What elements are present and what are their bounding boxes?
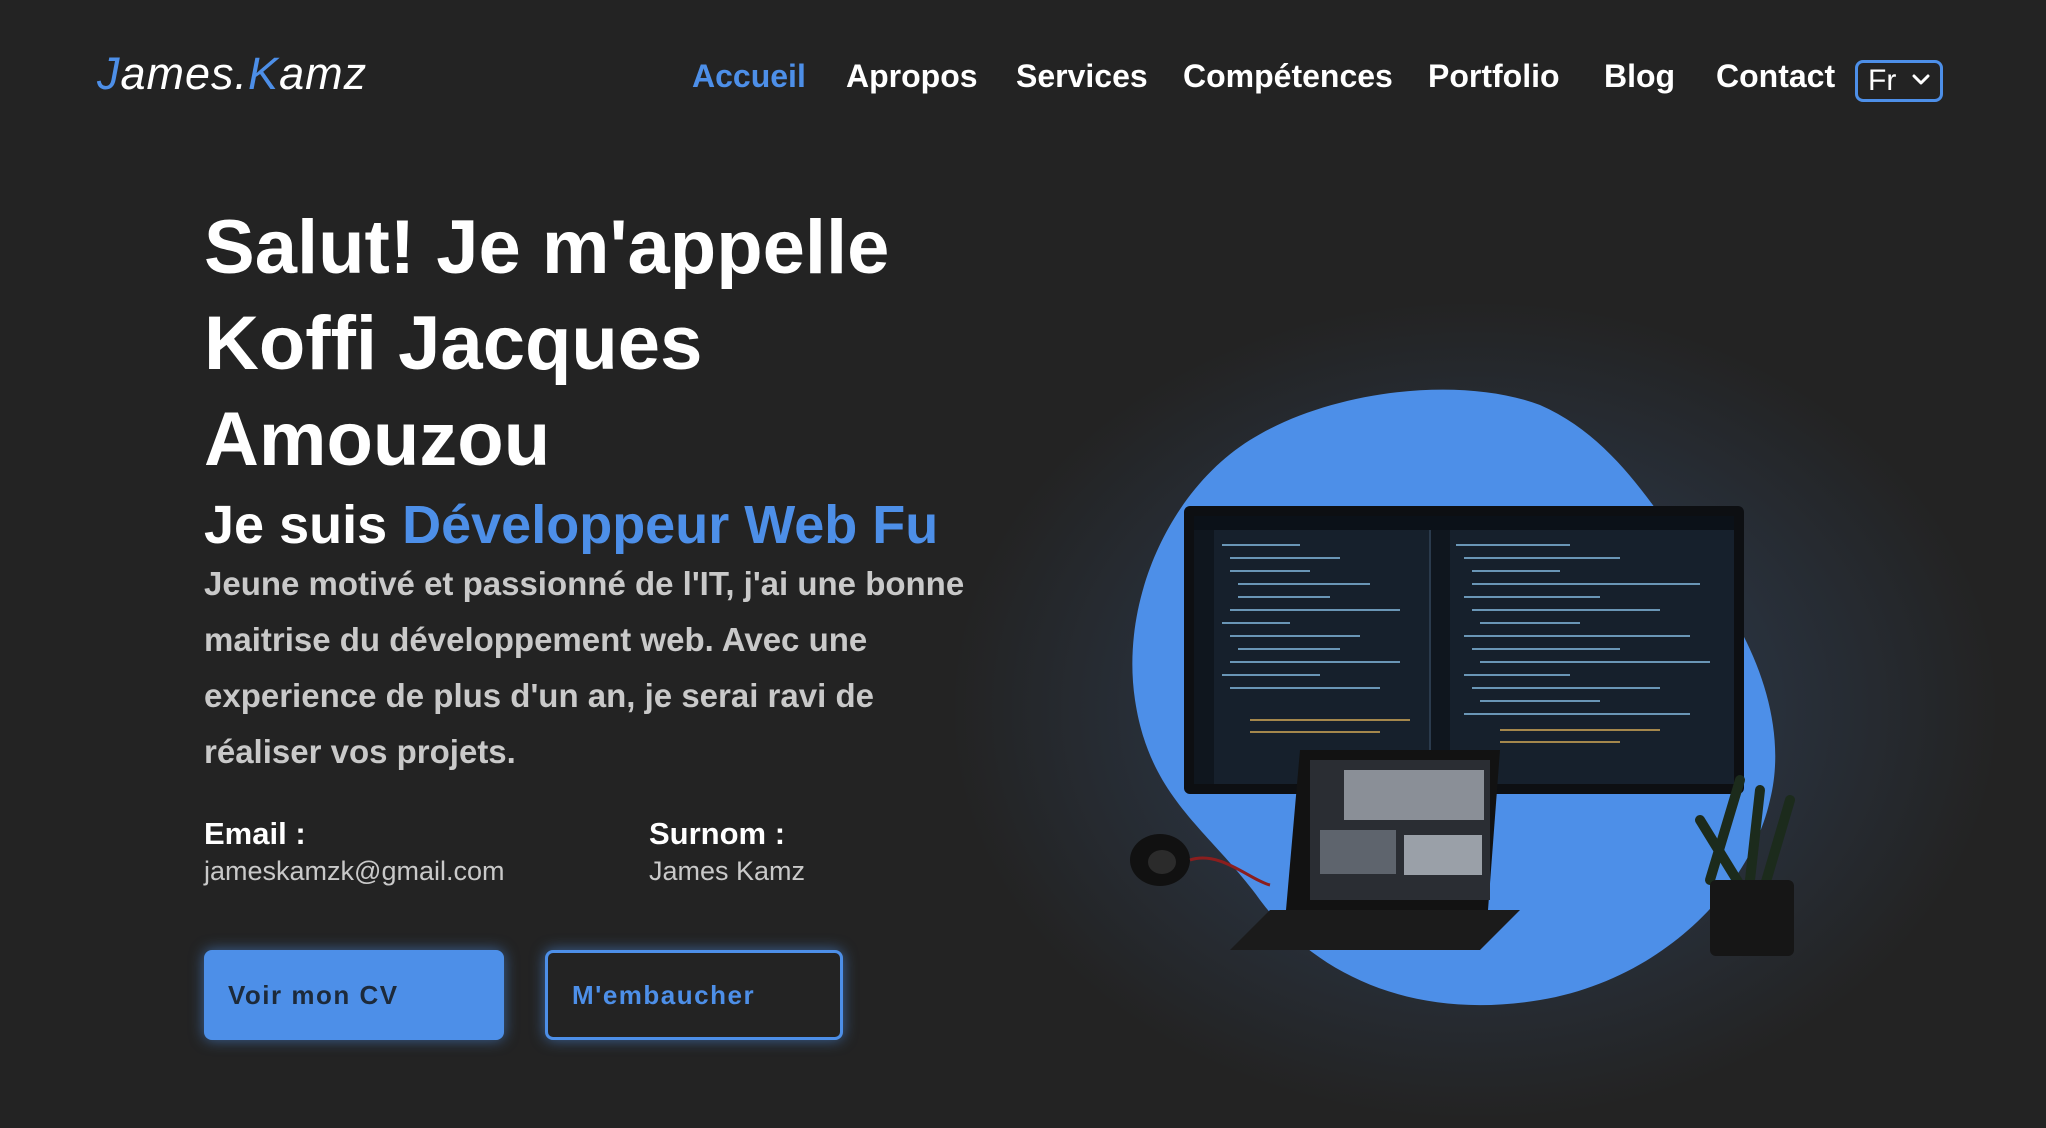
nav-link-contact[interactable]: Contact <box>1716 58 1835 95</box>
hero-title-line-3: Amouzou <box>204 397 551 482</box>
view-cv-button[interactable]: Voir mon CV <box>204 950 504 1040</box>
nav-link-services[interactable]: Services <box>1016 58 1148 95</box>
nav-link-competences[interactable]: Compétences <box>1183 58 1393 95</box>
workspace-illustration <box>1130 389 1795 1006</box>
subtitle-prefix: Je suis <box>204 495 403 555</box>
email-info: Email : jameskamzk@gmail.com <box>204 816 504 887</box>
email-label: Email : <box>204 816 306 851</box>
hero-title-line-1: Salut! Je m'appelle <box>204 205 890 290</box>
hero-title: Salut! Je m'appelle Koffi Jacques Amouzo… <box>204 200 1004 488</box>
language-select[interactable]: Fr <box>1855 60 1943 102</box>
nickname-value: James Kamz <box>649 856 806 886</box>
hero-description: Jeune motivé et passionné de l'IT, j'ai … <box>204 565 965 770</box>
subtitle-role: Développeur Web Fu <box>402 495 939 555</box>
language-value: Fr <box>1868 64 1897 97</box>
nav-link-portfolio[interactable]: Portfolio <box>1428 58 1560 95</box>
chevron-down-icon <box>1912 74 1930 85</box>
main-nav: Accueil Apropos Services Compétences Por… <box>0 58 2046 108</box>
hero-title-line-2: Koffi Jacques <box>204 301 703 386</box>
nav-link-apropos[interactable]: Apropos <box>846 58 978 95</box>
nav-link-blog[interactable]: Blog <box>1604 58 1675 95</box>
nickname-label: Surnom : <box>649 816 786 851</box>
nav-link-accueil[interactable]: Accueil <box>692 58 806 95</box>
hire-me-button[interactable]: M'embaucher <box>545 950 843 1040</box>
email-value: jameskamzk@gmail.com <box>204 856 505 886</box>
hero-subtitle: Je suis Développeur Web Fu <box>204 494 938 556</box>
nickname-info: Surnom : James Kamz <box>649 816 805 887</box>
